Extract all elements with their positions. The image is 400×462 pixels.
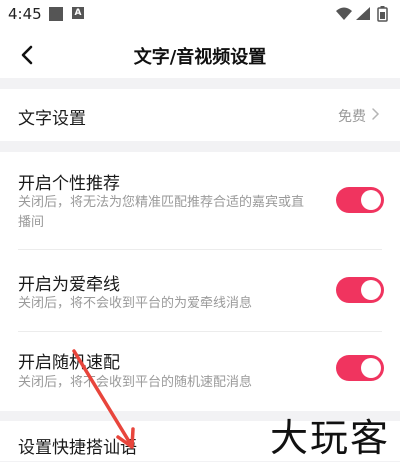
toggle-knob — [361, 190, 381, 210]
toggle-description: 关闭后，将不会收到平台的随机速配消息 — [18, 375, 253, 390]
toggle-description: 关闭后，将不会收到平台的为爱牵线消息 — [18, 296, 253, 311]
divider — [18, 249, 382, 250]
toggles-section: 开启个性推荐 关闭后，将无法为您精准匹配推荐合适的嘉宾或直播间 开启为爱牵线 关… — [0, 152, 400, 411]
status-bar: 4:45 A — [0, 0, 400, 30]
watermark-logo: 大玩客 — [269, 416, 390, 460]
text-settings-row[interactable]: 文字设置 免费 — [0, 89, 400, 141]
matchmaking-toggle[interactable] — [336, 277, 384, 303]
text-settings-value: 免费 — [338, 109, 366, 125]
wifi-icon — [336, 7, 352, 20]
battery-icon — [377, 6, 388, 22]
quick-greeting-label: 设置快捷搭讪语 — [18, 438, 137, 458]
toggle-title: 开启为爱牵线 — [18, 275, 120, 295]
chevron-right-icon — [372, 108, 380, 120]
app-header: 文字/音视频设置 — [0, 30, 400, 78]
a-badge-icon: A — [72, 7, 84, 19]
toggle-title: 开启个性推荐 — [18, 174, 120, 194]
text-settings-label: 文字设置 — [18, 109, 86, 129]
random-match-toggle[interactable] — [336, 355, 384, 381]
photo-icon — [49, 7, 63, 21]
toggle-knob — [361, 358, 381, 378]
status-time: 4:45 — [8, 5, 42, 23]
personal-recommend-toggle[interactable] — [336, 187, 384, 213]
toggle-title: 开启随机速配 — [18, 353, 120, 373]
page-title: 文字/音视频设置 — [133, 47, 267, 68]
toggle-knob — [361, 280, 381, 300]
status-icons — [336, 6, 388, 22]
signal-icon — [356, 7, 370, 20]
toggle-description: 关闭后，将无法为您精准匹配推荐合适的嘉宾或直播间 — [18, 195, 305, 230]
divider — [18, 331, 382, 332]
